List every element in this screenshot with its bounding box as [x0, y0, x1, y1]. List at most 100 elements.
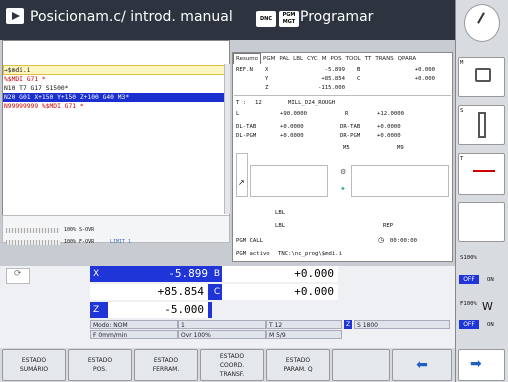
clock-icon[interactable]: [464, 4, 500, 42]
l-label: L: [236, 111, 240, 117]
spindle-key-icon: [478, 112, 486, 138]
m5-label: M5: [343, 145, 350, 151]
t-function-key[interactable]: [458, 153, 505, 195]
divider: [234, 95, 451, 96]
b-value: +0.000: [414, 67, 435, 73]
arrow-left-icon: ⬅: [416, 356, 428, 373]
tab-qpara[interactable]: QPARA: [396, 54, 418, 64]
z-label: Z: [265, 85, 269, 91]
program-line[interactable]: N10 T7 G17 S1500*: [4, 84, 68, 93]
m-icon: [475, 68, 491, 82]
dr-pgm-value: +0.0000: [377, 133, 401, 139]
dr-pgm-label: DR-PGM: [340, 133, 361, 139]
tool-icon: ⚙: [340, 168, 347, 176]
c-label: C: [357, 76, 361, 82]
clock-icon: ◷: [378, 236, 385, 244]
sk-label: FERRAM.: [152, 366, 180, 373]
tab-tt[interactable]: TT: [363, 54, 374, 64]
t-key-label: T: [460, 156, 464, 162]
tab-lbl[interactable]: LBL: [291, 54, 305, 64]
mode-title: Posicionam.c/ introd. manual: [30, 9, 233, 25]
b-label: B: [357, 67, 361, 73]
pos-y-value: +85.854: [90, 284, 208, 300]
feed-off-toggle[interactable]: OFF: [459, 320, 479, 329]
limit-label: LIMIT 1: [110, 239, 132, 245]
tab-resumo[interactable]: Resumo: [233, 53, 262, 64]
status-tabs[interactable]: Resumo PGM PAL LBL CYC M POS TOOL TT TRANS QPARA: [233, 53, 418, 64]
spindle-off-toggle[interactable]: OFF: [459, 275, 479, 284]
lbl-label-2: LBL: [275, 223, 286, 229]
rep-label: REP: [383, 223, 394, 229]
s-ovr-bar: [6, 228, 60, 233]
program-line[interactable]: N99999999 %$MDI G71 *: [4, 102, 84, 111]
tool-number: 12: [255, 100, 262, 106]
ref-label: REF.N: [236, 67, 253, 73]
r-label: R: [345, 111, 349, 117]
softkey-blank[interactable]: [332, 349, 390, 381]
lbl-label-1: LBL: [275, 210, 286, 216]
y-label: Y: [265, 76, 269, 82]
sk-label: PARAM. Q: [283, 366, 313, 373]
softkey-estado-param[interactable]: ESTADO PARAM. Q: [266, 349, 330, 381]
dl-pgm-value: +0.0000: [280, 133, 304, 139]
c-value: +0.000: [414, 76, 435, 82]
pgm-active-path: TNC:\nc_prog\$mdi.i: [278, 251, 342, 257]
r-value: +12.0000: [377, 111, 404, 117]
softkey-estado-coord[interactable]: ESTADO COORD. TRANSF.: [200, 349, 264, 381]
y-value: +85.854: [321, 76, 345, 82]
softkey-estado-ferram[interactable]: ESTADO FERRAM.: [134, 349, 198, 381]
s-1800: S 1800: [354, 320, 450, 329]
t-12: T 12: [266, 320, 342, 329]
dnc-button[interactable]: DNC: [256, 11, 276, 27]
feed-rate: F 0mm/min: [90, 330, 178, 339]
spindle-on-label[interactable]: ON: [487, 276, 494, 284]
softkey-estado-pos[interactable]: ESTADO POS.: [68, 349, 132, 381]
s-ovr-label: 100% S-OVR: [64, 227, 95, 233]
dr-tab-value: +0.0000: [377, 124, 401, 130]
tool-name: MILL_D24_ROUGH: [288, 100, 336, 106]
dl-tab-label: DL-TAB: [236, 124, 257, 130]
m-5-9: M 5/9: [266, 330, 342, 339]
tab-trans[interactable]: TRANS: [373, 54, 395, 64]
m-key-label: M: [460, 60, 464, 66]
sk-label: TRANSF.: [219, 370, 245, 378]
program-line[interactable]: →$mdi.i: [4, 66, 31, 75]
pgm-call-label: PGM CALL: [236, 238, 263, 244]
tab-tool[interactable]: TOOL: [344, 54, 363, 64]
feed-on-label[interactable]: ON: [487, 321, 494, 329]
spindle-icon: ↗: [238, 178, 245, 187]
pos-z-value: -5.000: [108, 302, 208, 318]
tab-pos[interactable]: POS: [328, 54, 343, 64]
sk-label: ESTADO: [219, 352, 245, 360]
coolant-panel: [236, 153, 248, 197]
program-line-selected[interactable]: N20 G01 X+150 Y+150 Z+100 G40 M3*: [4, 93, 129, 102]
program-line[interactable]: %$MDI G71 *: [4, 75, 46, 84]
ref-1: 1: [178, 320, 266, 329]
status-icon: ✦: [340, 185, 346, 193]
programming-mode-title[interactable]: Programar: [300, 9, 373, 25]
manual-mode-icon: [6, 8, 24, 24]
pgm-mgt-button[interactable]: PGM MGT: [279, 11, 299, 27]
rotate-icon: ⟳: [14, 269, 22, 279]
sk-label: ESTADO: [87, 357, 113, 364]
tool-change-icon: [473, 170, 495, 172]
pos-c-value: +0.000: [222, 284, 338, 300]
override-ovr: Ovr 100%: [178, 330, 266, 339]
dl-pgm-label: DL-PGM: [236, 133, 257, 139]
tab-m[interactable]: M: [320, 54, 329, 64]
scrollbar[interactable]: [224, 64, 230, 214]
pos-b-label: B: [212, 266, 222, 282]
softkey-estado-sumario[interactable]: ESTADO SUMÁRIO: [2, 349, 66, 381]
tab-pgm[interactable]: PGM: [261, 54, 277, 64]
softkey-back[interactable]: ⬅: [392, 349, 452, 381]
tab-pal[interactable]: PAL: [277, 54, 291, 64]
z-value: -115.000: [318, 85, 345, 91]
tool-t-label: T :: [236, 100, 247, 106]
f-ovr-bar: [6, 240, 60, 245]
arrow-right-icon: ➡: [470, 356, 482, 372]
pos-c-label: C: [212, 284, 222, 300]
tab-cyc[interactable]: CYC: [305, 54, 320, 64]
s100-label: S100%: [460, 255, 477, 261]
blank-key[interactable]: [458, 202, 505, 242]
sk-label: SUMÁRIO: [19, 366, 49, 373]
